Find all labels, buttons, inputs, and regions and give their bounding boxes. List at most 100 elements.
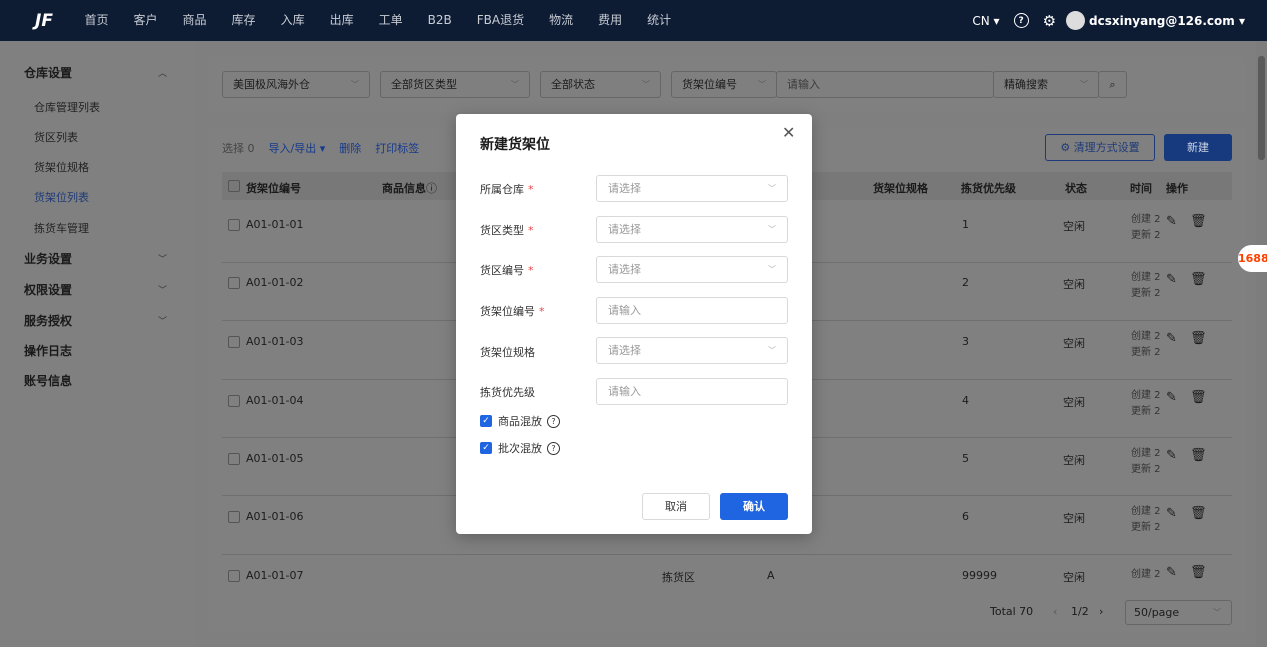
delete-button[interactable]: 删除 [339,140,361,156]
nav-product[interactable]: 商品 [170,0,219,41]
trash-icon[interactable]: 🗑 [1190,272,1207,287]
nav-ticket[interactable]: 工单 [366,0,415,41]
sidebar-group-business[interactable]: 业务设置 [24,250,72,267]
trash-icon[interactable]: 🗑 [1190,448,1207,463]
picking-priority-input[interactable]: 请输入 [596,378,788,405]
edit-icon[interactable]: ✎ [1166,565,1177,580]
row-checkbox[interactable] [228,336,240,348]
print-label-button[interactable]: 打印标签 [375,140,419,156]
warehouse-select[interactable]: 请选择 ﹀ [596,175,788,202]
nav-inventory[interactable]: 库存 [219,0,268,41]
clear-setting-button[interactable]: ⚙ 清理方式设置 [1045,134,1155,161]
question-icon[interactable]: ? [547,414,560,428]
row-checkbox[interactable] [228,219,240,231]
checkbox-checked[interactable]: ✓ [480,415,492,427]
new-shelf-dialog: 新建货架位 ✕ 所属仓库 * 请选择 ﹀ 货区类型 * 请选择 ﹀ 货区编号 * 请选择 ﹀… [456,114,812,534]
shelf-code: A01-01-02 [246,276,304,289]
edit-icon[interactable]: ✎ [1166,272,1177,287]
sidebar-group-service-auth[interactable]: 服务授权 [24,312,72,329]
language-select[interactable]: CN ▾ [972,14,999,28]
field-label-shelf-code: 货架位编号 * [480,303,545,319]
sidebar-item-picking-cart[interactable]: 拣货车管理 [34,220,89,236]
sidebar-group-permission[interactable]: 权限设置 [24,281,72,298]
sidebar-group-operation-log[interactable]: 操作日志 [24,342,72,359]
app-logo[interactable]: JF [24,0,64,41]
col-actions: 操作 [1166,182,1188,195]
next-page-icon[interactable]: › [1099,605,1103,618]
sidebar-item-zone-list[interactable]: 货区列表 [34,129,78,145]
user-menu[interactable]: dcsxinyang@126.com ▾ [1089,14,1245,28]
nav-outbound[interactable]: 出库 [317,0,366,41]
page-size-select[interactable]: 50/page ﹀ [1125,600,1232,625]
nav-fees[interactable]: 费用 [586,0,635,41]
table-toolbar: 选择 0 导入/导出 ▾ 删除 打印标签 [222,140,419,156]
search-icon: ⌕ [1109,78,1116,91]
priority: 3 [962,335,969,348]
nav-logistics[interactable]: 物流 [537,0,586,41]
alibaba-1688-badge[interactable]: 1688 [1238,245,1267,272]
priority: 1 [962,218,969,231]
updated-time: 更新 2 [1131,288,1161,299]
row-checkbox[interactable] [228,277,240,289]
search-button[interactable]: ⌕ [1098,71,1127,98]
search-field-select[interactable]: 货架位编号 ﹀ [671,71,777,98]
created-time: 创建 2 [1131,569,1161,580]
cancel-button[interactable]: 取消 [642,493,710,520]
trash-icon[interactable]: 🗑 [1190,565,1207,580]
edit-icon[interactable]: ✎ [1166,214,1177,229]
sidebar-item-shelf-spec[interactable]: 货架位规格 [34,159,89,175]
checkbox-checked[interactable]: ✓ [480,442,492,454]
edit-icon[interactable]: ✎ [1166,331,1177,346]
status: 空闲 [1063,278,1085,291]
zone-type-filter-select[interactable]: 全部货区类型 ﹀ [380,71,530,98]
confirm-button[interactable]: 确认 [720,493,788,520]
status: 空闲 [1063,512,1085,525]
nav-b2b[interactable]: B2B [415,0,464,41]
nav-fba-return[interactable]: FBA退货 [464,0,536,41]
question-icon[interactable]: ? [547,441,560,455]
row-checkbox[interactable] [228,570,240,582]
nav-stats[interactable]: 统计 [635,0,684,41]
new-shelf-button[interactable]: 新建 [1164,134,1232,161]
row-checkbox[interactable] [228,453,240,465]
chevron-down-icon: ﹀ [158,317,168,327]
trash-icon[interactable]: 🗑 [1190,214,1207,229]
question-icon[interactable]: ⓘ [426,180,437,196]
avatar[interactable] [1066,11,1086,30]
trash-icon[interactable]: 🗑 [1190,390,1207,405]
select-all-checkbox[interactable] [228,180,240,192]
trash-icon[interactable]: 🗑 [1190,506,1207,521]
field-label-shelf-spec: 货架位规格 [480,344,535,360]
nav-inbound[interactable]: 入库 [268,0,317,41]
zone-type-select[interactable]: 请选择 ﹀ [596,216,788,243]
import-export-dropdown[interactable]: 导入/导出 ▾ [269,140,326,156]
search-input-placeholder: 请输入 [787,78,820,91]
prev-page-icon[interactable]: ‹ [1053,605,1057,618]
sidebar-item-warehouse-list[interactable]: 仓库管理列表 [34,99,100,115]
help-icon[interactable]: ? [1013,13,1029,28]
match-mode-select[interactable]: 精确搜索 ﹀ [993,71,1099,98]
zone-code-select[interactable]: 请选择 ﹀ [596,256,788,283]
nav-customer[interactable]: 客户 [121,0,170,41]
shelf-code-input[interactable]: 请输入 [596,297,788,324]
edit-icon[interactable]: ✎ [1166,390,1177,405]
settings-gear-icon[interactable]: ⚙ [1043,12,1056,30]
trash-icon[interactable]: 🗑 [1190,331,1207,346]
row-checkbox[interactable] [228,511,240,523]
status-filter-select[interactable]: 全部状态 ﹀ [540,71,661,98]
nav-home[interactable]: 首页 [72,0,121,41]
mixed-product-option[interactable]: ✓ 商品混放 ? [480,413,560,429]
sidebar-group-warehouse-settings[interactable]: 仓库设置 [24,64,72,81]
edit-icon[interactable]: ✎ [1166,448,1177,463]
shelf-spec-select[interactable]: 请选择 ﹀ [596,337,788,364]
row-checkbox[interactable] [228,395,240,407]
scrollbar-thumb[interactable] [1258,56,1265,160]
mixed-batch-option[interactable]: ✓ 批次混放 ? [480,440,560,456]
sidebar-group-account-info[interactable]: 账号信息 [24,372,72,389]
close-icon[interactable]: ✕ [782,123,795,142]
warehouse-filter-select[interactable]: 美国极风海外仓 ﹀ [222,71,370,98]
sidebar-item-shelf-list[interactable]: 货架位列表 [34,189,89,205]
edit-icon[interactable]: ✎ [1166,506,1177,521]
created-time: 创建 2 [1131,214,1161,225]
search-input[interactable]: 请输入 [776,71,994,98]
